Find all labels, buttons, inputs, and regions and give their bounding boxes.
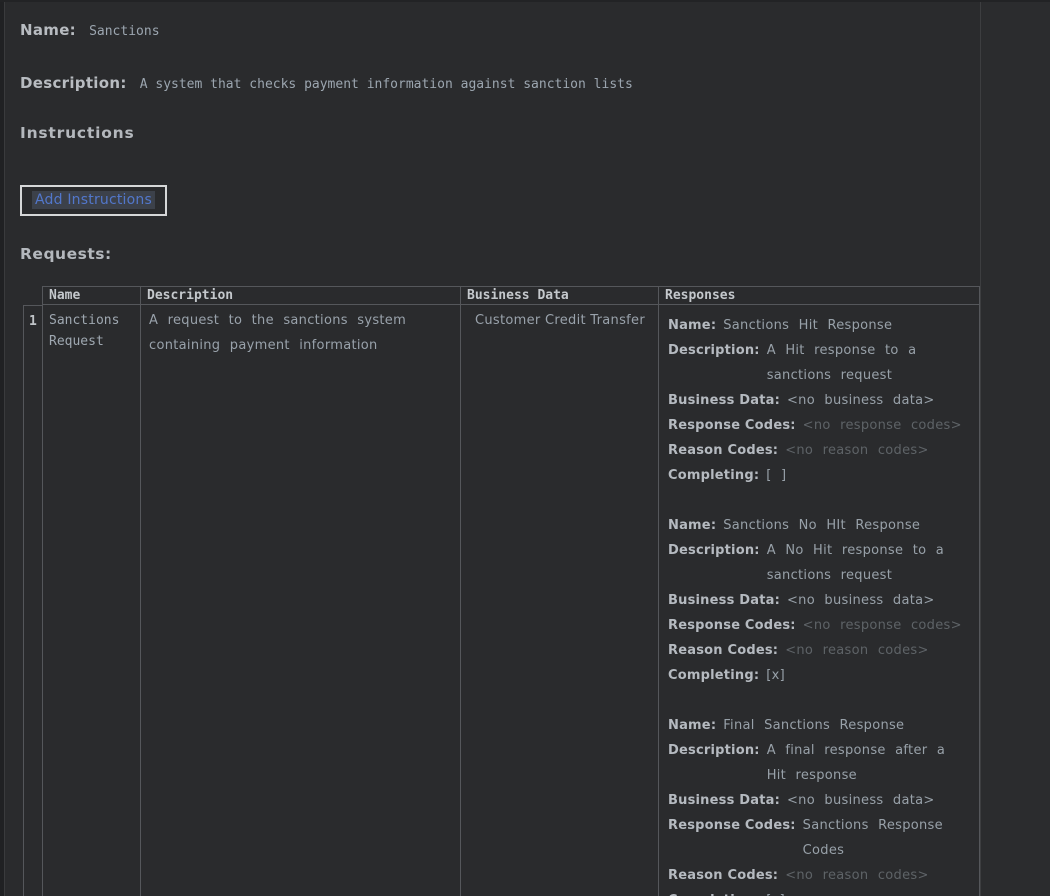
request-description-cell[interactable]: A request to the sanctions system contai… bbox=[140, 305, 460, 896]
reason-codes-label: Reason Codes: bbox=[668, 438, 778, 463]
system-description-value: A system that checks payment information… bbox=[140, 77, 633, 92]
response-codes-value: <no response codes> bbox=[803, 613, 962, 638]
response-business-data-value: <no business data> bbox=[787, 588, 935, 613]
reason-codes-label: Reason Codes: bbox=[668, 638, 778, 663]
reason-codes-row: Reason Codes: <no reason codes> bbox=[668, 438, 971, 463]
response-name-row: Name: Final Sanctions Response bbox=[668, 713, 971, 738]
response-business-data-value: <no business data> bbox=[787, 388, 935, 413]
response-description-label: Description: bbox=[668, 538, 760, 588]
column-header-responses: Responses bbox=[658, 286, 980, 305]
system-description-row: Description: A system that checks paymen… bbox=[20, 73, 980, 94]
row-number-cell[interactable]: 1 bbox=[23, 305, 42, 896]
response-description-label: Description: bbox=[668, 338, 760, 388]
response-business-data-row: Business Data: <no business data> bbox=[668, 388, 971, 413]
response-block-sanctions-no-hit: Name: Sanctions No HIt Response Descript… bbox=[668, 513, 971, 688]
response-business-data-row: Business Data: <no business data> bbox=[668, 788, 971, 813]
reason-codes-row: Reason Codes: <no reason codes> bbox=[668, 863, 971, 888]
right-margin bbox=[981, 0, 1050, 896]
response-codes-label: Response Codes: bbox=[668, 613, 796, 638]
response-name-label: Name: bbox=[668, 713, 716, 738]
system-name-value: Sanctions bbox=[89, 24, 159, 39]
response-description-value: A Hit response to a sanctions request bbox=[767, 338, 971, 388]
response-description-value: A final response after a Hit response bbox=[767, 738, 971, 788]
add-instructions-button[interactable]: Add Instructions bbox=[20, 185, 167, 216]
reason-codes-value: <no reason codes> bbox=[785, 863, 928, 888]
request-name-cell[interactable]: Sanctions Request bbox=[42, 305, 140, 896]
response-codes-label: Response Codes: bbox=[668, 413, 796, 438]
column-header-name: Name bbox=[42, 286, 140, 305]
completing-label: Completing: bbox=[668, 888, 759, 896]
response-name-label: Name: bbox=[668, 513, 716, 538]
instructions-heading: Instructions bbox=[20, 123, 980, 143]
response-description-value: A No Hit response to a sanctions request bbox=[767, 538, 971, 588]
requests-heading: Requests: bbox=[20, 244, 980, 264]
add-instructions-button-label: Add Instructions bbox=[32, 191, 155, 209]
completing-checkbox-value: [x] bbox=[766, 663, 785, 688]
completing-row: Completing: [ ] bbox=[668, 463, 971, 488]
completing-checkbox-value: [ ] bbox=[766, 463, 786, 488]
completing-label: Completing: bbox=[668, 663, 759, 688]
completing-checkbox-value: [x] bbox=[766, 888, 785, 896]
response-business-data-label: Business Data: bbox=[668, 388, 780, 413]
system-detail-panel: Name: Sanctions Description: A system th… bbox=[5, 0, 981, 896]
system-name-label: Name: bbox=[20, 21, 76, 39]
reason-codes-value: <no reason codes> bbox=[785, 438, 928, 463]
response-codes-value: Sanctions Response Codes bbox=[803, 813, 971, 863]
response-codes-value: <no response codes> bbox=[803, 413, 962, 438]
response-description-row: Description: A No Hit response to a sanc… bbox=[668, 538, 971, 588]
reason-codes-row: Reason Codes: <no reason codes> bbox=[668, 638, 971, 663]
request-responses-cell[interactable]: Name: Sanctions Hit Response Description… bbox=[658, 305, 980, 896]
response-block-sanctions-hit: Name: Sanctions Hit Response Description… bbox=[668, 313, 971, 488]
response-name-value: Sanctions Hit Response bbox=[723, 313, 892, 338]
window-top-edge bbox=[0, 0, 1050, 2]
response-business-data-label: Business Data: bbox=[668, 788, 780, 813]
system-name-row: Name: Sanctions bbox=[20, 20, 980, 41]
response-name-row: Name: Sanctions Hit Response bbox=[668, 313, 971, 338]
request-business-data-cell[interactable]: Customer Credit Transfer bbox=[460, 305, 658, 896]
response-business-data-row: Business Data: <no business data> bbox=[668, 588, 971, 613]
app-window: Name: Sanctions Description: A system th… bbox=[0, 0, 1050, 896]
response-codes-label: Response Codes: bbox=[668, 813, 796, 863]
column-header-business-data: Business Data bbox=[460, 286, 658, 305]
reason-codes-value: <no reason codes> bbox=[785, 638, 928, 663]
response-name-value: Sanctions No HIt Response bbox=[723, 513, 920, 538]
completing-label: Completing: bbox=[668, 463, 759, 488]
response-business-data-label: Business Data: bbox=[668, 588, 780, 613]
completing-row: Completing: [x] bbox=[668, 888, 971, 896]
response-block-final-sanctions: Name: Final Sanctions Response Descripti… bbox=[668, 713, 971, 896]
requests-table: Name Description Business Data Responses… bbox=[23, 286, 980, 896]
response-name-row: Name: Sanctions No HIt Response bbox=[668, 513, 971, 538]
response-description-label: Description: bbox=[668, 738, 760, 788]
response-description-row: Description: A final response after a Hi… bbox=[668, 738, 971, 788]
response-description-row: Description: A Hit response to a sanctio… bbox=[668, 338, 971, 388]
system-description-label: Description: bbox=[20, 74, 127, 92]
reason-codes-label: Reason Codes: bbox=[668, 863, 778, 888]
response-name-value: Final Sanctions Response bbox=[723, 713, 904, 738]
response-codes-row: Response Codes: <no response codes> bbox=[668, 413, 971, 438]
response-name-label: Name: bbox=[668, 313, 716, 338]
completing-row: Completing: [x] bbox=[668, 663, 971, 688]
column-header-description: Description bbox=[140, 286, 460, 305]
row-number-header-spacer bbox=[23, 286, 42, 305]
response-codes-row: Response Codes: Sanctions Response Codes bbox=[668, 813, 971, 863]
response-business-data-value: <no business data> bbox=[787, 788, 935, 813]
response-codes-row: Response Codes: <no response codes> bbox=[668, 613, 971, 638]
